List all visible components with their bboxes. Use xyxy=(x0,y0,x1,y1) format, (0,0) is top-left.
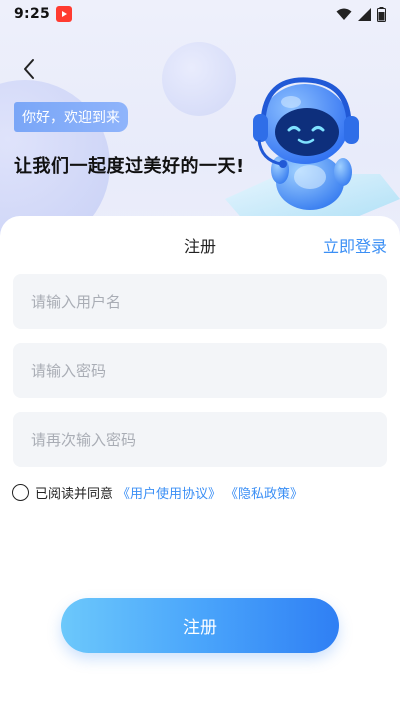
password-input[interactable] xyxy=(13,343,387,398)
register-button[interactable]: 注册 xyxy=(61,598,339,653)
greeting-tag: 你好，欢迎到来 xyxy=(14,102,128,132)
back-button[interactable] xyxy=(14,54,44,84)
agreement-text: 已阅读并同意 xyxy=(35,487,114,502)
user-agreement-link[interactable]: 《用户使用协议》 xyxy=(117,483,221,502)
page-headline: 让我们一起度过美好的一天! xyxy=(14,156,245,177)
login-link[interactable]: 立即登录 xyxy=(323,234,387,260)
app-notification-icon xyxy=(56,6,73,22)
agreement-row: 已阅读并同意 《用户使用协议》 《隐私政策》 xyxy=(12,483,303,502)
wifi-icon xyxy=(336,8,352,20)
status-time: 9:25 xyxy=(14,6,51,22)
agreement-checkbox[interactable] xyxy=(12,484,29,501)
signal-icon xyxy=(358,7,371,21)
register-card: 注册 立即登录 已阅读并同意 《用户使用协议》 《隐私政策》 注册 xyxy=(0,216,400,711)
robot-mascot-illustration xyxy=(225,77,400,222)
username-input[interactable] xyxy=(13,274,387,329)
battery-icon xyxy=(377,6,386,22)
privacy-policy-link[interactable]: 《隐私政策》 xyxy=(225,483,303,502)
card-header: 注册 立即登录 xyxy=(0,234,400,260)
back-arrow-icon xyxy=(24,59,34,79)
confirm-password-input[interactable] xyxy=(13,412,387,467)
status-bar: 9:25 xyxy=(0,0,400,28)
